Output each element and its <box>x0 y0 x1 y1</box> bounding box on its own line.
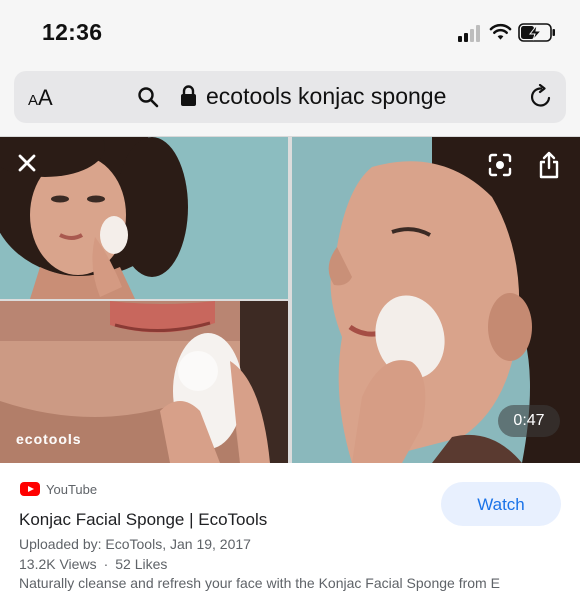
lens-icon[interactable] <box>488 153 512 177</box>
close-icon[interactable] <box>16 152 38 174</box>
view-count: 13.2K Views <box>19 556 97 572</box>
battery-charging-icon <box>518 23 555 42</box>
video-title[interactable]: Konjac Facial Sponge | EcoTools <box>19 510 267 530</box>
video-duration-badge: 0:47 <box>498 405 560 437</box>
text-size-button[interactable]: AA <box>28 85 53 111</box>
video-stats: 13.2K Views · 52 Likes <box>19 556 167 572</box>
source-name: YouTube <box>46 482 98 497</box>
upload-info: Uploaded by: EcoTools, Jan 19, 2017 <box>19 536 251 552</box>
video-description: Naturally cleanse and refresh your face … <box>19 575 500 591</box>
share-icon[interactable] <box>537 151 561 179</box>
cellular-signal-icon <box>458 25 484 42</box>
stats-separator: · <box>103 556 109 572</box>
video-player[interactable]: ecotools ecotools 0:47 <box>0 137 580 463</box>
address-bar[interactable]: AA ecotools konjac sponge <box>14 71 566 123</box>
youtube-icon <box>20 482 40 496</box>
like-count: 52 Likes <box>115 556 168 572</box>
watch-button[interactable]: Watch <box>441 482 561 526</box>
lock-icon <box>181 85 196 106</box>
reload-icon[interactable] <box>528 84 554 110</box>
url-text[interactable]: ecotools konjac sponge <box>206 83 446 110</box>
wifi-icon <box>489 23 512 40</box>
browser-toolbar: AA ecotools konjac sponge <box>0 64 580 137</box>
status-time: 12:36 <box>42 19 103 45</box>
status-bar: 12:36 <box>0 0 580 64</box>
ecotools-logo: ecotools <box>16 431 82 447</box>
video-frame-top-left <box>0 137 288 299</box>
search-icon <box>138 87 159 108</box>
